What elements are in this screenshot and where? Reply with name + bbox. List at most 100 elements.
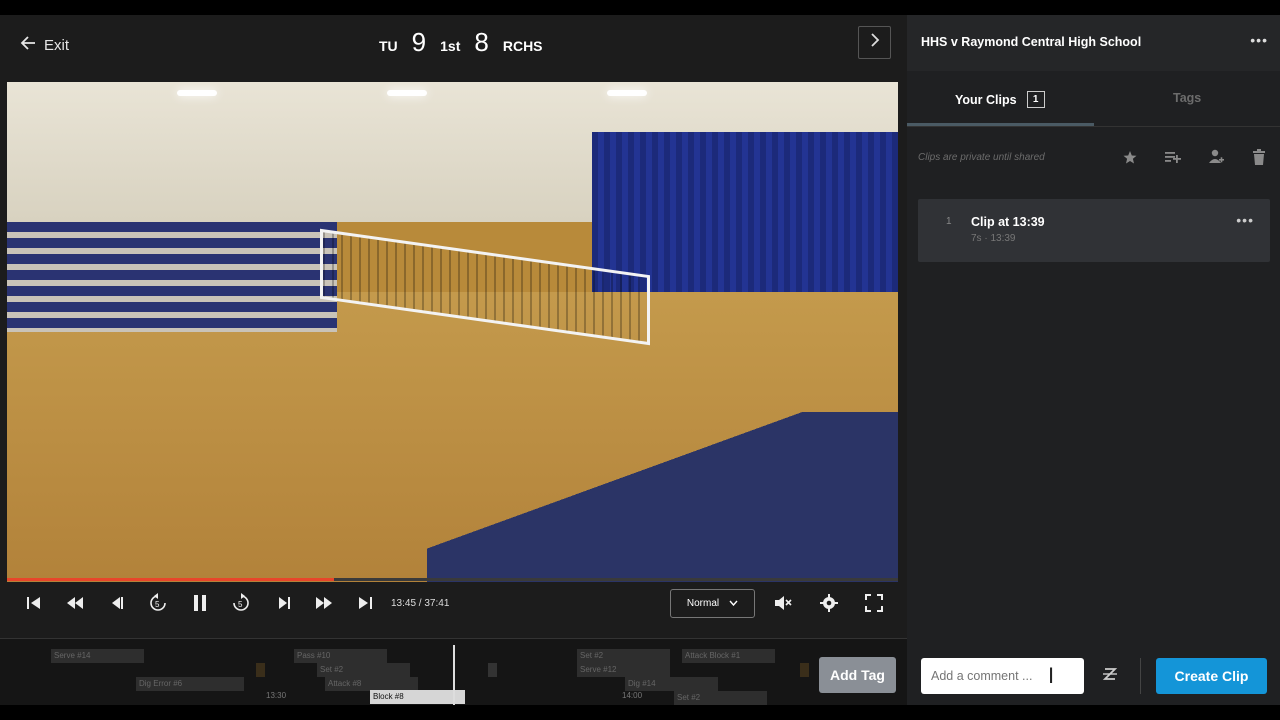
- replay-5-icon: 5: [148, 592, 168, 618]
- speed-select[interactable]: Normal: [670, 589, 755, 618]
- rewind-icon: [65, 593, 85, 618]
- svg-text:5: 5: [155, 600, 160, 609]
- ceiling-light: [387, 90, 427, 96]
- add-to-playlist-button[interactable]: [1164, 148, 1182, 166]
- timeline-tag[interactable]: Set #2: [674, 691, 767, 705]
- home-team: TU: [379, 38, 398, 54]
- game-title: HHS v Raymond Central High School: [921, 35, 1142, 49]
- forward-5-button[interactable]: 5: [227, 592, 255, 618]
- timeline-tag[interactable]: Dig #14: [625, 677, 718, 691]
- active-tab-indicator: [907, 123, 1094, 126]
- progress-bar[interactable]: [7, 578, 898, 581]
- timeline-tag[interactable]: Set #2: [577, 649, 670, 663]
- step-back-button[interactable]: [102, 592, 130, 618]
- scoreboard: TU 9 1st 8 RCHS: [379, 27, 543, 58]
- user-add-icon: [1207, 149, 1225, 170]
- next-button[interactable]: [858, 26, 891, 59]
- privacy-note: Clips are private until shared: [918, 152, 1045, 163]
- spectator-stands: [427, 412, 898, 582]
- chevron-down-icon: [729, 598, 738, 609]
- clips-panel: HHS v Raymond Central High School ••• Yo…: [907, 15, 1280, 705]
- pause-icon: [190, 593, 210, 618]
- text-format-button[interactable]: [1093, 658, 1127, 694]
- strikethrough-z-icon: [1102, 666, 1118, 687]
- timeline-playhead[interactable]: [453, 645, 455, 705]
- fullscreen-button[interactable]: [860, 592, 888, 618]
- timeline-time: 13:30: [266, 691, 287, 700]
- speed-value: Normal: [686, 598, 720, 609]
- exit-label: Exit: [44, 36, 70, 54]
- timeline-time: 14:00: [622, 691, 643, 700]
- timeline-tag[interactable]: Serve #12: [577, 663, 670, 677]
- timeline-marker: [800, 663, 809, 677]
- clip-item[interactable]: 1 Clip at 13:39 7s · 13:39 •••: [918, 199, 1270, 262]
- replay-5-button[interactable]: 5: [144, 592, 172, 618]
- star-add-button[interactable]: [1121, 148, 1139, 166]
- timeline-tag[interactable]: Serve #14: [51, 649, 144, 663]
- skip-end-icon: [355, 593, 375, 618]
- panel-header: HHS v Raymond Central High School •••: [907, 15, 1280, 71]
- tag-timeline[interactable]: Serve #14 Dig Error #6 Pass #10 Set #2 A…: [0, 638, 907, 705]
- timeline-tag[interactable]: Pass #10: [294, 649, 387, 663]
- delete-button[interactable]: [1250, 148, 1268, 166]
- panel-tabs: Your Clips 1 Tags: [907, 71, 1280, 127]
- tab-tags[interactable]: Tags: [1173, 91, 1201, 105]
- ceiling-light: [607, 90, 647, 96]
- fullscreen-icon: [864, 593, 884, 618]
- more-options-icon[interactable]: •••: [1250, 32, 1268, 48]
- tab-your-clips[interactable]: Your Clips 1: [955, 91, 1045, 108]
- period: 1st: [440, 38, 461, 54]
- timeline-tag[interactable]: Dig Error #6: [136, 677, 244, 691]
- clip-count-badge: 1: [1026, 91, 1045, 108]
- home-score: 9: [411, 27, 427, 57]
- svg-text:5: 5: [238, 600, 243, 609]
- timeline-marker: [256, 663, 265, 677]
- step-forward-icon: [273, 593, 293, 618]
- clip-index: 1: [946, 216, 952, 227]
- rewind-button[interactable]: [61, 592, 89, 618]
- forward-5-icon: 5: [231, 592, 251, 618]
- video-header: Exit TU 9 1st 8 RCHS: [0, 15, 907, 71]
- star-sparkle-icon: [1121, 151, 1139, 170]
- gym-bleachers: [7, 222, 337, 332]
- arrow-left-icon: [20, 35, 36, 55]
- progress-fill: [7, 578, 334, 581]
- away-team: RCHS: [502, 38, 543, 54]
- skip-end-button[interactable]: [351, 592, 379, 618]
- gear-icon: [819, 593, 839, 618]
- mute-button[interactable]: [769, 592, 797, 618]
- exit-button[interactable]: Exit: [20, 35, 69, 55]
- divider: [1140, 658, 1141, 694]
- settings-button[interactable]: [815, 592, 843, 618]
- tab-label: Your Clips: [955, 92, 1017, 107]
- playlist-add-icon: [1164, 152, 1182, 170]
- create-clip-button[interactable]: Create Clip: [1156, 658, 1267, 694]
- clip-meta: 7s · 13:39: [971, 233, 1016, 244]
- timeline-tag[interactable]: Attack #8: [325, 677, 418, 691]
- chevron-right-icon: [869, 33, 881, 52]
- video-frame[interactable]: [7, 82, 898, 582]
- trash-icon: [1250, 149, 1268, 170]
- comment-input[interactable]: [921, 658, 1084, 694]
- time-display: 13:45 / 37:41: [391, 598, 450, 609]
- step-back-icon: [106, 593, 126, 618]
- fast-forward-button[interactable]: [310, 592, 338, 618]
- step-forward-button[interactable]: [269, 592, 297, 618]
- ceiling-light: [177, 90, 217, 96]
- mute-icon: [773, 593, 793, 618]
- skip-start-button[interactable]: [20, 592, 48, 618]
- skip-start-icon: [24, 593, 44, 618]
- timeline-tag[interactable]: Set #2: [317, 663, 410, 677]
- app-window: Exit TU 9 1st 8 RCHS 5 5 13:45 / 37:41 N…: [0, 15, 1280, 705]
- clip-more-icon[interactable]: •••: [1236, 212, 1254, 228]
- add-tag-button[interactable]: Add Tag: [819, 657, 896, 693]
- share-user-button[interactable]: [1207, 148, 1225, 166]
- away-score: 8: [474, 27, 489, 57]
- fast-forward-icon: [314, 593, 334, 618]
- timeline-active-tag[interactable]: Block #8: [370, 690, 465, 704]
- pause-button[interactable]: [186, 592, 214, 618]
- clip-title: Clip at 13:39: [971, 215, 1045, 229]
- timeline-tag[interactable]: Attack Block #1: [682, 649, 775, 663]
- player-controls: 5 5 13:45 / 37:41 Normal: [0, 584, 907, 628]
- text-cursor-icon: I: [1048, 663, 1055, 688]
